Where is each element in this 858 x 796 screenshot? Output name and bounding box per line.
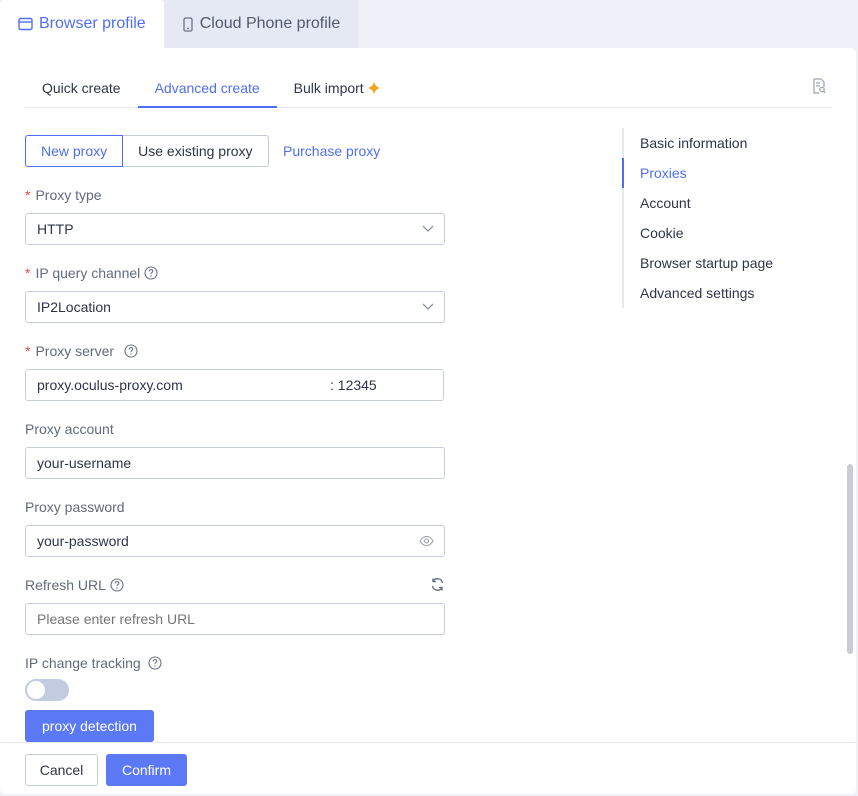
proxy-password-label-text: Proxy password [25, 499, 125, 515]
tab-bulk-import-label: Bulk import [293, 79, 364, 96]
help-icon[interactable] [148, 656, 162, 670]
top-tabs: Browser profile Cloud Phone profile [0, 0, 359, 48]
tab-quick-create-label: Quick create [42, 79, 121, 96]
tab-bulk-import[interactable]: Bulk import [277, 68, 398, 107]
required-marker: * [25, 265, 31, 281]
purchase-proxy-link[interactable]: Purchase proxy [283, 143, 380, 159]
proxy-type-value: HTTP [37, 221, 74, 237]
toggle-knob [27, 681, 45, 699]
proxy-password-input[interactable]: your-password [25, 525, 445, 557]
cancel-button[interactable]: Cancel [25, 754, 98, 786]
proxy-type-label-text: Proxy type [35, 187, 102, 203]
ip-query-channel-label: * IP query channel [25, 265, 158, 281]
form-footer: Cancel Confirm [0, 742, 856, 794]
section-anchor-nav: Basic information Proxies Account Cookie… [622, 128, 773, 308]
required-marker: * [25, 187, 31, 203]
chevron-down-icon [422, 222, 434, 234]
refresh-icon[interactable] [430, 577, 445, 592]
create-profile-panel: Quick create Advanced create Bulk import… [0, 48, 856, 794]
tab-advanced-create[interactable]: Advanced create [137, 68, 277, 108]
tab-browser-profile[interactable]: Browser profile [0, 0, 164, 48]
ip-query-channel-label-text: IP query channel [35, 265, 141, 281]
anchor-advanced-settings[interactable]: Advanced settings [622, 278, 773, 308]
proxy-port-value[interactable]: : 12345 [330, 377, 377, 393]
proxy-account-label-text: Proxy account [25, 421, 114, 437]
proxy-detection-button[interactable]: proxy detection [25, 710, 154, 742]
help-icon[interactable] [124, 344, 138, 358]
proxy-password-value: your-password [37, 533, 129, 549]
tab-quick-create[interactable]: Quick create [25, 68, 138, 107]
help-icon[interactable] [144, 266, 158, 280]
proxy-account-input[interactable]: your-username [25, 447, 445, 479]
anchor-basic-information[interactable]: Basic information [622, 128, 773, 158]
tab-advanced-create-label: Advanced create [154, 79, 260, 96]
phone-icon [182, 16, 194, 32]
eye-icon[interactable] [419, 535, 434, 547]
form-scroll-area[interactable]: New proxy Use existing proxy Purchase pr… [0, 118, 856, 742]
proxy-type-label: * Proxy type [25, 187, 102, 203]
refresh-url-label-text: Refresh URL [25, 577, 106, 593]
anchor-cookie[interactable]: Cookie [622, 218, 773, 248]
anchor-proxies[interactable]: Proxies [622, 158, 773, 188]
use-existing-proxy-button[interactable]: Use existing proxy [123, 135, 269, 167]
tab-cloud-phone-profile-label: Cloud Phone profile [199, 15, 341, 32]
browser-window-icon [18, 17, 33, 31]
create-mode-tabs: Quick create Advanced create Bulk import [25, 68, 832, 108]
proxy-type-select[interactable]: HTTP [25, 213, 445, 245]
refresh-url-input[interactable] [25, 603, 445, 635]
tab-browser-profile-label: Browser profile [39, 15, 146, 32]
ip-change-tracking-label: IP change tracking [25, 655, 162, 671]
new-proxy-button[interactable]: New proxy [25, 135, 124, 167]
anchor-browser-startup-page[interactable]: Browser startup page [622, 248, 773, 278]
chevron-down-icon [422, 300, 434, 312]
help-icon[interactable] [110, 578, 124, 592]
proxy-account-value: your-username [37, 455, 132, 471]
proxy-host-value[interactable]: proxy.oculus-proxy.com [37, 377, 183, 393]
proxy-account-label: Proxy account [25, 421, 114, 437]
proxy-mode-segmented: New proxy Use existing proxy [25, 135, 269, 167]
ip-change-tracking-label-text: IP change tracking [25, 655, 141, 671]
ip-query-channel-select[interactable]: IP2Location [25, 291, 445, 323]
proxy-server-label: * Proxy server [25, 343, 138, 359]
refresh-url-label: Refresh URL [25, 577, 124, 593]
ip-query-channel-value: IP2Location [37, 299, 111, 315]
tab-cloud-phone-profile[interactable]: Cloud Phone profile [163, 0, 359, 48]
confirm-button[interactable]: Confirm [106, 754, 187, 786]
proxy-server-input[interactable]: proxy.oculus-proxy.com : 12345 [25, 369, 444, 401]
vertical-scrollbar[interactable] [847, 464, 853, 654]
anchor-account[interactable]: Account [622, 188, 773, 218]
sparkle-icon [366, 80, 381, 95]
document-search-icon[interactable] [812, 78, 826, 97]
proxy-password-label: Proxy password [25, 499, 125, 515]
proxy-server-label-text: Proxy server [35, 343, 115, 359]
required-marker: * [25, 343, 31, 359]
ip-change-tracking-toggle[interactable] [25, 679, 69, 701]
